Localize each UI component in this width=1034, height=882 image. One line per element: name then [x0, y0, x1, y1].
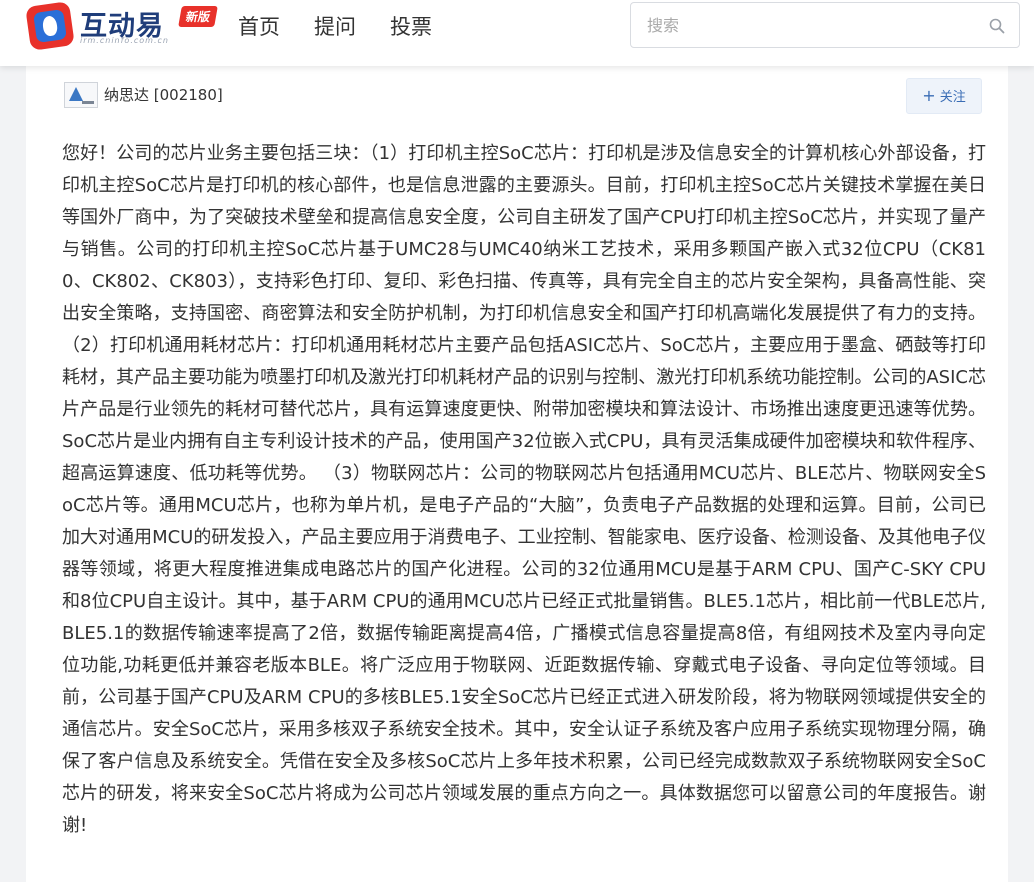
nav-ask[interactable]: 提问	[314, 12, 356, 42]
answer-text: 您好！公司的芯片业务主要包括三块：（1）打印机主控SoC芯片：打印机是涉及信息安…	[62, 143, 986, 836]
top-navigation-bar: 互动易 新版 irm.cninfo.com.cn 首页 提问 投票	[0, 0, 1034, 66]
new-version-badge: 新版	[178, 6, 218, 27]
nav-home[interactable]: 首页	[238, 12, 280, 42]
site-logo[interactable]: 互动易 新版 irm.cninfo.com.cn	[24, 1, 220, 51]
logo-mark-icon	[25, 1, 75, 51]
search-box	[630, 2, 1020, 48]
follow-button[interactable]: + 关注	[906, 78, 982, 114]
company-name[interactable]: 纳思达 [002180]	[104, 84, 223, 105]
follow-label: 关注	[939, 90, 966, 105]
nav-vote[interactable]: 投票	[390, 12, 432, 42]
plus-icon: +	[922, 86, 936, 105]
logo-url: irm.cninfo.com.cn	[80, 36, 169, 45]
company-logo-avatar[interactable]	[64, 82, 98, 108]
search-icon[interactable]	[989, 18, 1005, 34]
company-logo-icon	[69, 87, 83, 101]
search-input[interactable]	[647, 3, 977, 47]
main-nav: 首页 提问 投票	[238, 12, 466, 42]
answer-card: 纳思达 [002180] + 关注 您好！公司的芯片业务主要包括三块：（1）打印机…	[26, 66, 1008, 882]
